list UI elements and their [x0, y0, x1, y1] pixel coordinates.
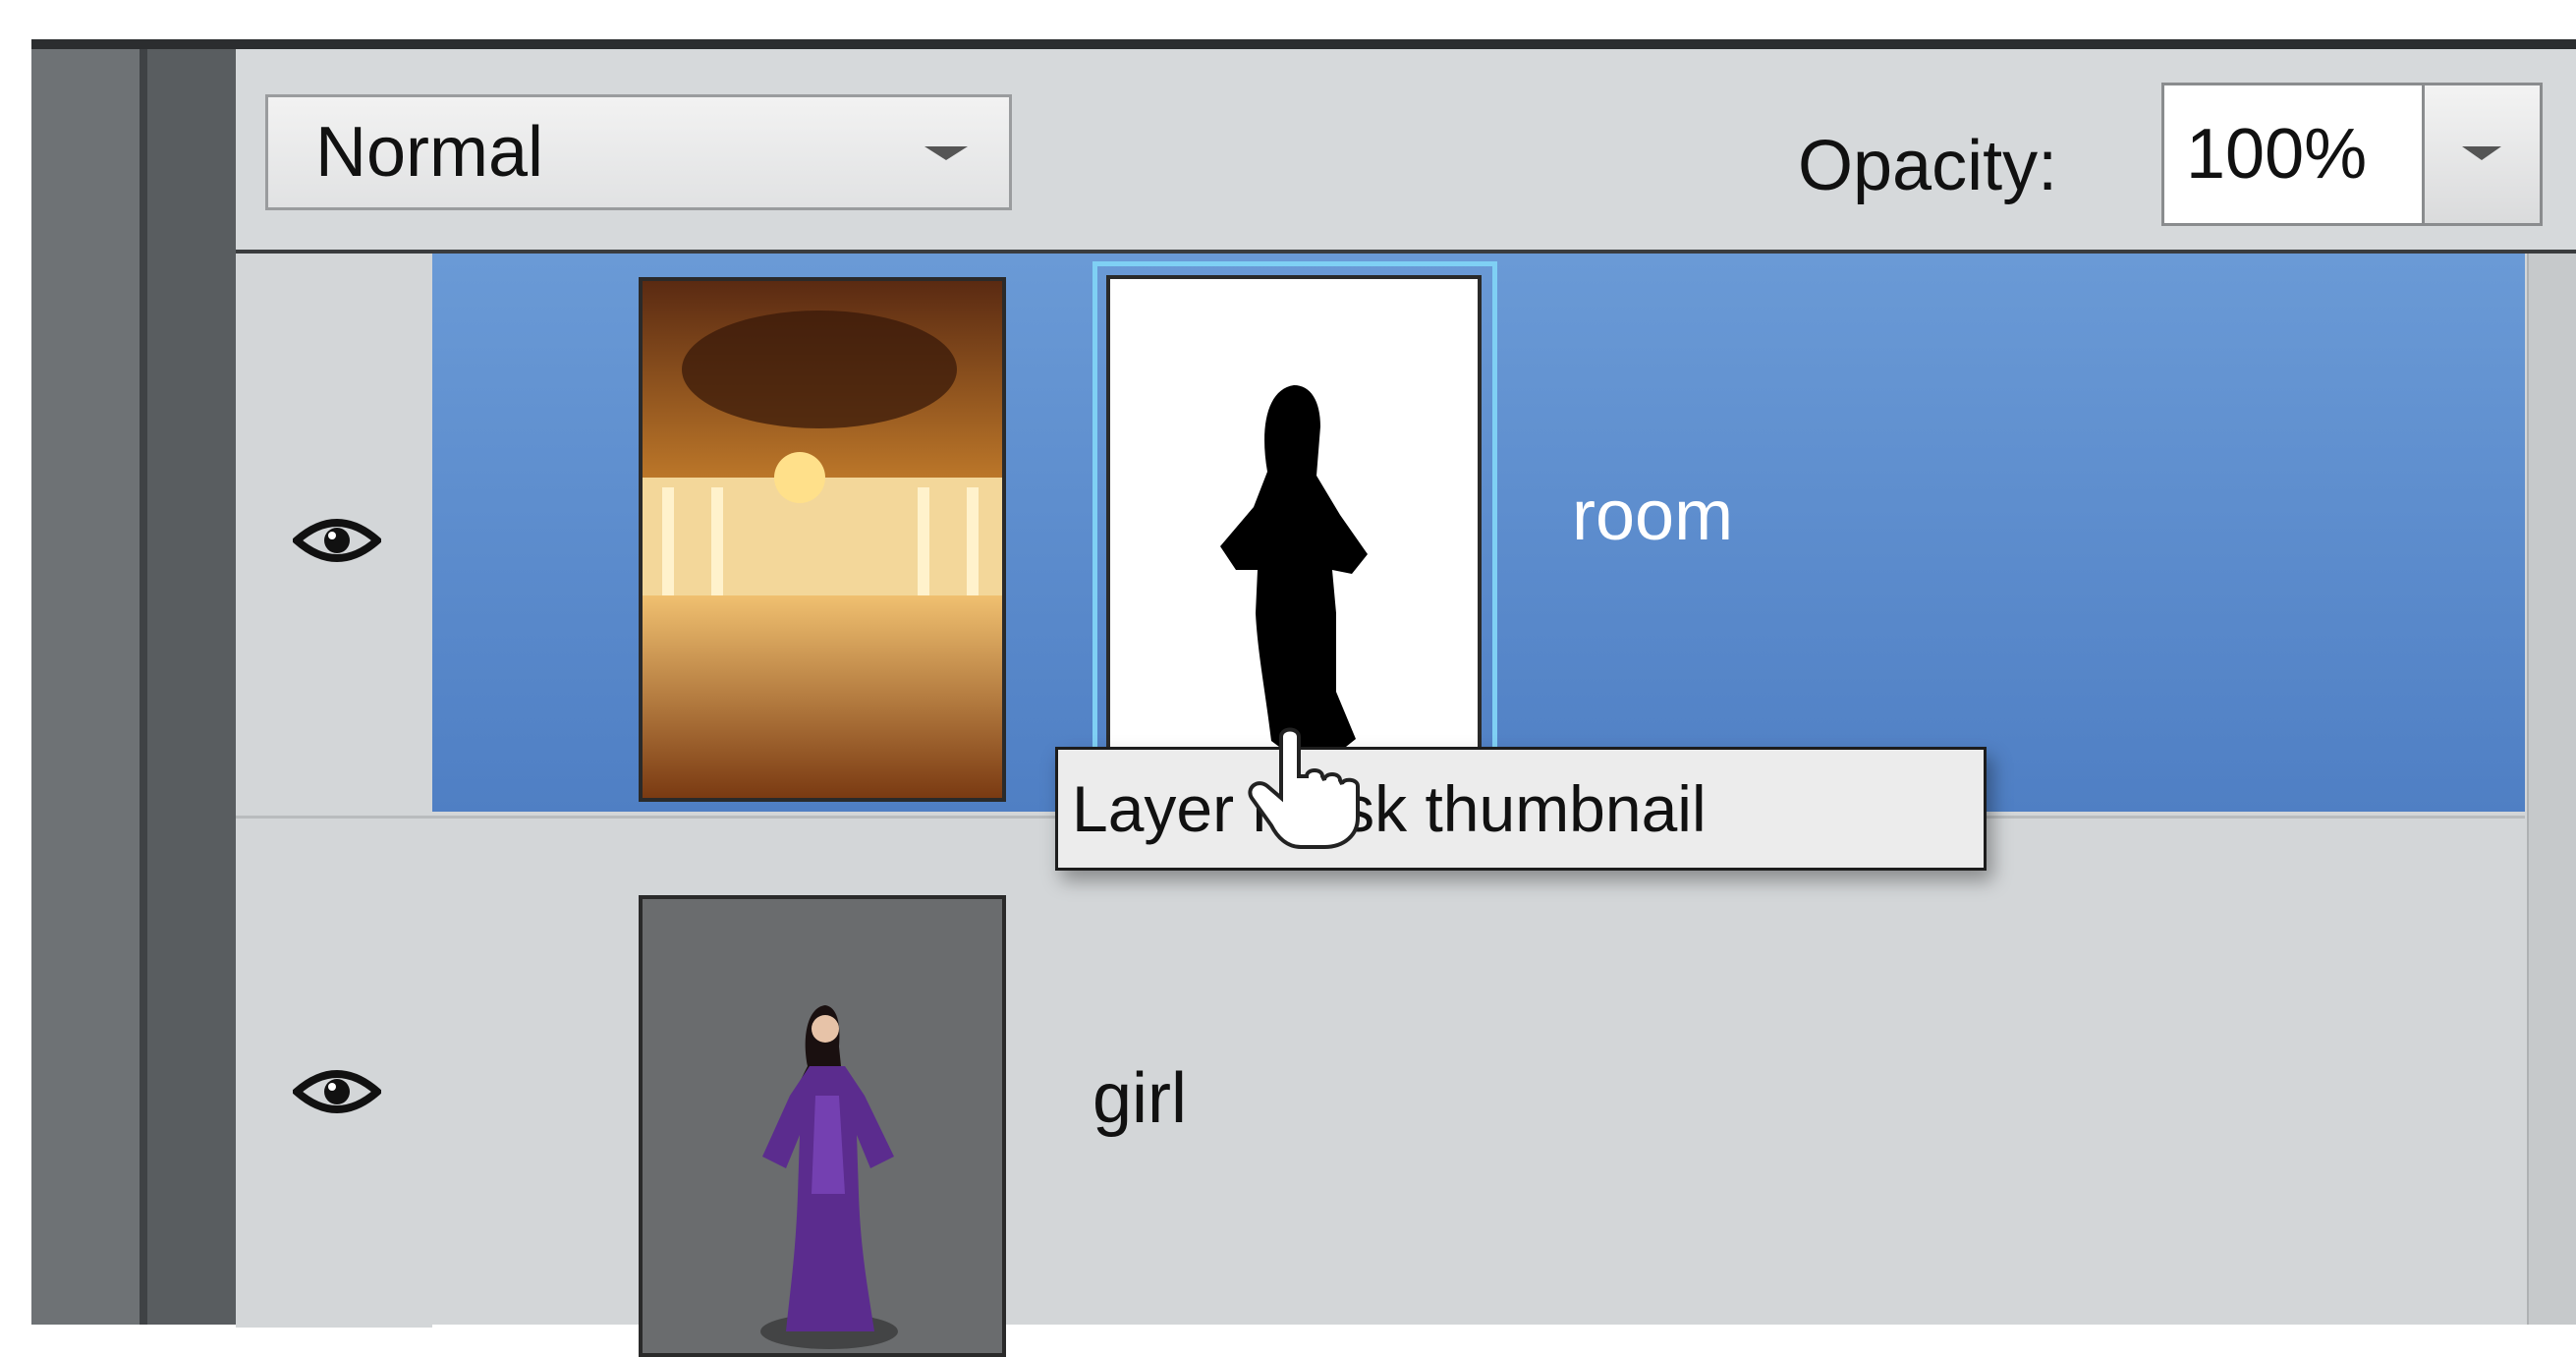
side-panel-strip: [147, 49, 236, 1325]
opacity-label: Opacity:: [1798, 127, 2058, 205]
tooltip-text: Layer mask thumbnail: [1072, 772, 1707, 845]
left-dock-strip: [31, 49, 140, 1325]
opacity-value: 100%: [2186, 115, 2368, 194]
layers-panel: Normal Opacity: 100% room girl: [236, 49, 2576, 1357]
chevron-down-icon: [924, 146, 968, 160]
tooltip: Layer mask thumbnail: [1055, 747, 1987, 871]
window-top-border: [31, 39, 2576, 49]
hand-cursor-icon: [1248, 727, 1360, 849]
blend-mode-value: Normal: [315, 113, 544, 192]
opacity-dropdown-button[interactable]: [2425, 83, 2543, 226]
layer-name-room[interactable]: room: [1572, 476, 1733, 556]
layer-row-girl[interactable]: girl: [236, 816, 2525, 1357]
layer-row-room[interactable]: room: [236, 254, 2525, 814]
girl-image: [760, 1005, 898, 1349]
layer-thumbnail-girl[interactable]: [639, 895, 1006, 1357]
visibility-cell[interactable]: [236, 819, 432, 1328]
layers-toolbar: Normal Opacity: 100%: [236, 49, 2576, 254]
opacity-field[interactable]: 100%: [2161, 83, 2425, 226]
visibility-cell[interactable]: [236, 254, 432, 812]
layer-name-girl[interactable]: girl: [1092, 1058, 1187, 1139]
layers-scrollbar[interactable]: [2527, 254, 2576, 1325]
blend-mode-dropdown[interactable]: Normal: [265, 94, 1012, 210]
ballroom-image: [643, 281, 1002, 798]
eye-icon[interactable]: [293, 511, 381, 570]
dock-divider: [140, 49, 147, 1325]
layer-thumbnail-room[interactable]: [639, 277, 1006, 802]
eye-icon[interactable]: [293, 1062, 381, 1121]
chevron-down-icon: [2462, 146, 2501, 160]
